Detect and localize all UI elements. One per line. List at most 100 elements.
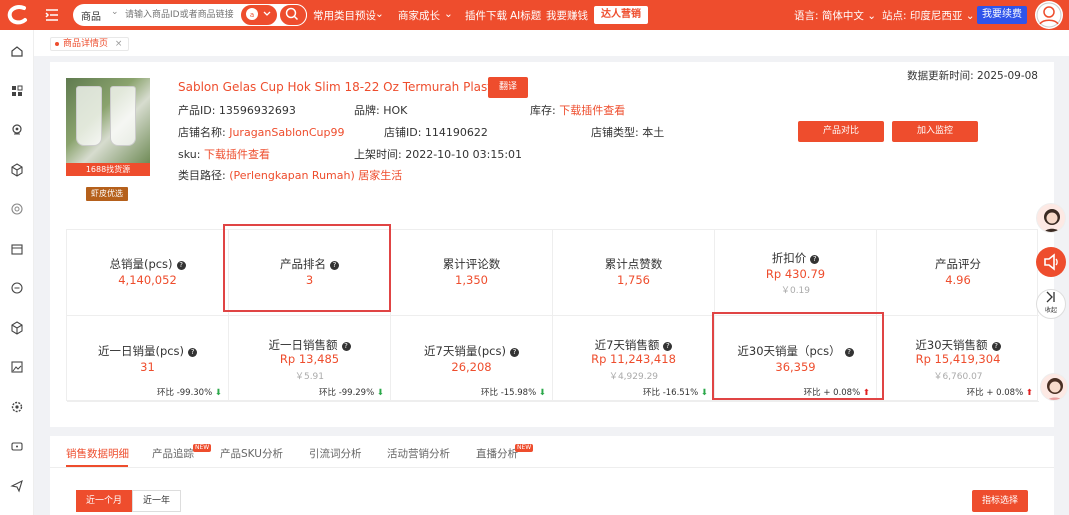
chat-icon[interactable] bbox=[10, 281, 24, 295]
add-monitor-button[interactable]: 加入监控 bbox=[892, 121, 978, 142]
find-source-badge[interactable]: 1688找货源 bbox=[66, 163, 150, 176]
stock-label: 库存: bbox=[530, 104, 556, 117]
shop-name: 店铺名称: JuraganSablonCup99 bbox=[178, 124, 345, 140]
nav-ai-title[interactable]: AI标题 bbox=[510, 8, 541, 23]
tab-live-analysis[interactable]: 直播分析 bbox=[476, 446, 518, 461]
stat-value: Rp 15,419,304 bbox=[915, 352, 1001, 366]
home-icon[interactable] bbox=[10, 44, 24, 58]
stat-label-text: 近一日销售额 bbox=[268, 338, 338, 352]
search-category-select[interactable]: 商品 bbox=[81, 8, 101, 23]
search-input[interactable] bbox=[125, 7, 255, 23]
help-icon[interactable]: ? bbox=[663, 342, 673, 351]
help-icon[interactable]: ? bbox=[188, 348, 198, 357]
range-month-button[interactable]: 近一个月 bbox=[76, 490, 132, 512]
period-comparison: 环比 -99.30% ⬇ bbox=[157, 386, 222, 398]
tab-sku-analysis[interactable]: 产品SKU分析 bbox=[220, 446, 283, 461]
product-image[interactable] bbox=[66, 78, 150, 164]
app-logo-icon[interactable] bbox=[6, 4, 28, 26]
update-time-label: 数据更新时间: bbox=[907, 70, 974, 82]
target-icon[interactable] bbox=[10, 202, 24, 216]
tab-product-tracking[interactable]: 产品追踪 bbox=[152, 446, 194, 461]
help-icon[interactable]: ? bbox=[176, 261, 186, 270]
category-path-link[interactable]: (Perlengkapan Rumah) 居家生活 bbox=[229, 169, 402, 182]
shop-name-link[interactable]: JuraganSablonCup99 bbox=[229, 126, 344, 139]
location-icon[interactable] bbox=[10, 123, 24, 137]
helper-avatar[interactable] bbox=[1040, 373, 1068, 401]
arrow-down-icon: ⬇ bbox=[700, 388, 708, 398]
stock-link[interactable]: 下载插件查看 bbox=[559, 104, 625, 117]
talent-marketing-button[interactable]: 达人营销 bbox=[594, 6, 648, 24]
nav-earn-money[interactable]: 我要赚钱 bbox=[546, 8, 588, 23]
cup-image-part bbox=[76, 86, 102, 146]
stat-total-likes: 累计点赞数 1,756 bbox=[553, 230, 715, 316]
compare-button[interactable]: 产品对比 bbox=[798, 121, 884, 142]
comparison-label: 环比 bbox=[156, 388, 174, 398]
stat-label: 近一日销量(pcs)? bbox=[67, 343, 228, 359]
store-icon[interactable] bbox=[10, 242, 24, 256]
tab-campaign-analysis[interactable]: 活动营销分析 bbox=[387, 446, 450, 461]
stat-label-text: 近7天销售额 bbox=[594, 338, 660, 352]
stat-sub-value: ￥5.91 bbox=[294, 372, 325, 382]
site-select[interactable]: 站点: 印度尼西亚 ⌄ bbox=[882, 8, 975, 23]
user-avatar[interactable] bbox=[1035, 1, 1063, 29]
search-mode-toggle[interactable]: a bbox=[240, 4, 278, 26]
svg-text:a: a bbox=[250, 11, 254, 19]
product-title[interactable]: Sablon Gelas Cup Hok Slim 18-22 Oz Termu… bbox=[178, 80, 502, 94]
shopee-preferred-tag: 虾皮优选 bbox=[86, 187, 128, 201]
image-icon[interactable] bbox=[10, 360, 24, 374]
shop-id: 店铺ID: 114190622 bbox=[384, 124, 488, 140]
nav-merchant-growth[interactable]: 商家成长 bbox=[398, 8, 440, 23]
update-time-value: 2025-09-08 bbox=[976, 70, 1038, 82]
stat-value: Rp 13,485 bbox=[279, 352, 340, 366]
sound-button[interactable] bbox=[1036, 247, 1066, 277]
assistant-avatar[interactable] bbox=[1036, 203, 1066, 233]
assistant-girl-icon bbox=[1044, 209, 1060, 232]
renew-button[interactable]: 我要续费 bbox=[977, 6, 1027, 24]
product-info-card: 数据更新时间: 2025-09-08 1688找货源 虾皮优选 Sablon G… bbox=[50, 62, 1054, 427]
stat-label: 总销量(pcs)? bbox=[67, 256, 228, 272]
tab-sales-detail[interactable]: 销售数据明细 bbox=[66, 446, 129, 461]
nav-plugin-download[interactable]: 插件下载 bbox=[465, 8, 507, 23]
stat-label: 近30天销售额? bbox=[877, 337, 1039, 353]
help-icon[interactable]: ? bbox=[991, 342, 1001, 351]
range-year-button[interactable]: 近一年 bbox=[132, 490, 181, 512]
language-select[interactable]: 语言: 简体中文 ⌄ bbox=[794, 8, 876, 23]
active-tab-indicator bbox=[66, 465, 128, 467]
help-icon[interactable]: ? bbox=[509, 348, 519, 357]
menu-toggle-icon[interactable] bbox=[44, 7, 60, 23]
collapse-label: 收起 bbox=[1044, 307, 1057, 314]
product-id-label: 产品ID: bbox=[178, 104, 216, 117]
stat-label: 累计点赞数 bbox=[604, 257, 663, 271]
tab-product-detail[interactable]: 商品详情页 × bbox=[50, 37, 130, 51]
brand-label: 品牌: bbox=[354, 104, 380, 117]
tab-traffic-keywords[interactable]: 引流词分析 bbox=[309, 446, 362, 461]
brand: 品牌: HOK bbox=[354, 102, 407, 118]
dashboard-icon[interactable] bbox=[10, 84, 24, 98]
shop-id-value: 114190622 bbox=[424, 126, 488, 139]
cube-icon[interactable] bbox=[10, 321, 24, 335]
chevron-down-icon: ⌄ bbox=[111, 7, 119, 17]
comparison-label: 环比 bbox=[318, 388, 336, 398]
stat-label: 累计评论数 bbox=[442, 257, 501, 271]
send-icon[interactable] bbox=[10, 479, 24, 493]
metric-select-button[interactable]: 指标选择 bbox=[972, 490, 1028, 512]
translate-button[interactable]: 翻译 bbox=[488, 77, 528, 98]
search-button[interactable] bbox=[279, 4, 307, 26]
new-badge: NEW bbox=[193, 444, 212, 452]
settings-icon[interactable] bbox=[10, 400, 24, 414]
sku-link[interactable]: 下载插件查看 bbox=[204, 148, 270, 161]
chevron-down-icon: ⌄ bbox=[867, 10, 877, 22]
stat-7d-sales: 近7天销量(pcs)? 26,208 环比 -15.98% ⬇ bbox=[391, 316, 553, 402]
box-icon[interactable] bbox=[10, 163, 24, 177]
collapse-button[interactable]: 收起 bbox=[1036, 289, 1066, 319]
sales-detail-panel: 销售数据明细 产品追踪 NEW 产品SKU分析 引流词分析 活动营销分析 直播分… bbox=[50, 436, 1054, 515]
stat-label-text: 近一日销量(pcs) bbox=[97, 344, 185, 358]
ticket-icon[interactable] bbox=[10, 439, 24, 453]
help-icon[interactable]: ? bbox=[810, 255, 820, 264]
stat-value: 1,756 bbox=[617, 273, 650, 287]
active-dot-icon bbox=[55, 42, 59, 46]
close-icon[interactable]: × bbox=[115, 39, 123, 49]
nav-category-preset[interactable]: 常用类目预设 bbox=[313, 8, 376, 23]
chevron-down-icon: ⌄ bbox=[375, 8, 384, 20]
help-icon[interactable]: ? bbox=[341, 342, 351, 351]
